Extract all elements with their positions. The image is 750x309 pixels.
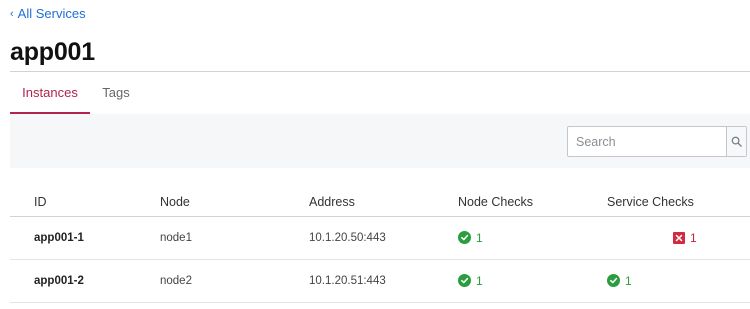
table-header-row: ID Node Address Node Checks Service Chec…	[10, 187, 750, 217]
chevron-left-icon: ‹	[10, 7, 14, 20]
instances-table: ID Node Address Node Checks Service Chec…	[10, 187, 750, 303]
filter-toolbar	[10, 114, 750, 168]
service-checks-cell: 1	[607, 259, 750, 303]
node-checks-cell: 1	[458, 259, 607, 303]
node-checks-count: 1	[476, 273, 483, 288]
check-circle-icon	[458, 231, 471, 245]
x-square-icon	[673, 232, 685, 244]
service-checks-passing: 1	[607, 274, 632, 288]
column-header-node: Node	[160, 187, 309, 217]
service-checks-count: 1	[625, 273, 632, 288]
column-header-node-checks: Node Checks	[458, 187, 607, 217]
table-row[interactable]: app001-2 node2 10.1.20.51:443 1 1	[10, 259, 750, 303]
search-input[interactable]	[568, 127, 726, 156]
node-checks-passing: 1	[458, 274, 483, 288]
instance-id-link[interactable]: app001-1	[34, 232, 84, 244]
service-checks-critical: 1	[607, 231, 697, 245]
search-box	[567, 126, 747, 157]
table-row[interactable]: app001-1 node1 10.1.20.50:443 1 1	[10, 216, 750, 260]
column-header-service-checks: Service Checks	[607, 187, 750, 217]
address-cell: 10.1.20.50:443	[309, 216, 458, 260]
node-checks-cell: 1	[458, 216, 607, 260]
instance-id-link[interactable]: app001-2	[34, 275, 84, 287]
back-link-label: All Services	[17, 6, 86, 21]
column-header-id: ID	[10, 187, 160, 217]
node-checks-count: 1	[476, 230, 483, 245]
column-header-address: Address	[309, 187, 458, 217]
instance-id-cell: app001-2	[10, 259, 160, 303]
search-icon	[731, 136, 742, 147]
service-checks-cell: 1	[607, 216, 750, 260]
tab-instances[interactable]: Instances	[10, 72, 90, 114]
page-title: app001	[10, 38, 95, 66]
tab-bar: Instances Tags	[10, 72, 750, 114]
tab-tags[interactable]: Tags	[102, 72, 130, 114]
instance-id-cell: app001-1	[10, 216, 160, 260]
node-cell: node1	[160, 216, 309, 260]
search-button[interactable]	[726, 127, 746, 156]
node-checks-passing: 1	[458, 231, 483, 245]
address-cell: 10.1.20.51:443	[309, 259, 458, 303]
node-cell: node2	[160, 259, 309, 303]
service-checks-count: 1	[690, 231, 697, 245]
back-to-all-services-link[interactable]: ‹ All Services	[10, 6, 86, 21]
check-circle-icon	[458, 274, 471, 288]
check-circle-icon	[607, 274, 620, 288]
